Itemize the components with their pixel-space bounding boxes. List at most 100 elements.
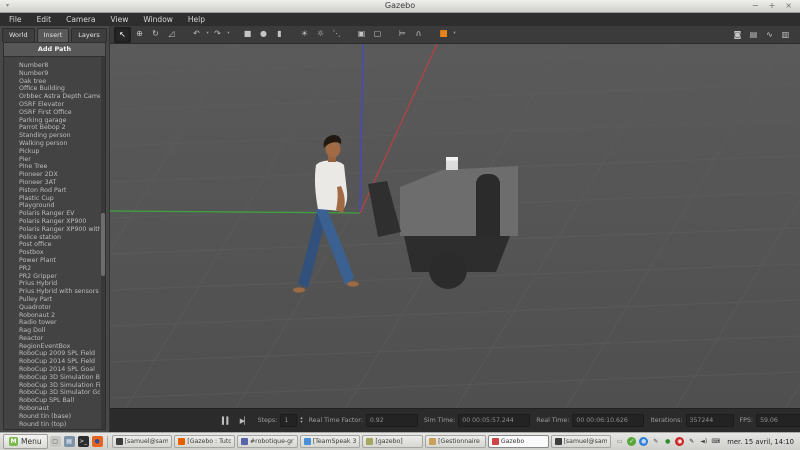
model-list-item[interactable]: Robonaut bbox=[19, 405, 100, 413]
model-list-item[interactable]: RoboCup 2014 SPL Field bbox=[19, 358, 100, 366]
model-list-item[interactable]: Pier bbox=[19, 156, 100, 164]
menu-item[interactable]: Help bbox=[188, 15, 205, 24]
model-list-item[interactable]: Pine Tree bbox=[19, 163, 100, 171]
close-button[interactable]: × bbox=[785, 0, 792, 12]
record-icon[interactable]: ◉ bbox=[675, 437, 684, 446]
clock[interactable]: mer. 15 avril, 14:10 bbox=[724, 438, 797, 446]
model-list-item[interactable]: OSRF First Office bbox=[19, 109, 100, 117]
pen-icon[interactable]: ✎ bbox=[687, 437, 696, 446]
undo-button[interactable]: ↶ bbox=[189, 27, 204, 41]
model-list-item[interactable]: Polaris Ranger EV bbox=[19, 210, 100, 218]
taskbar-window-button[interactable]: #robotique-gr1 - Disc... bbox=[237, 435, 298, 448]
model-list-item[interactable]: RoboCup 2014 SPL Goal bbox=[19, 366, 100, 374]
model-list-item[interactable]: Prius Hybrid with sensors bbox=[19, 288, 100, 296]
building-editor-button[interactable]: ■ bbox=[436, 27, 451, 41]
panel-tab[interactable]: Insert bbox=[37, 28, 70, 42]
model-list-item[interactable]: Standing person bbox=[19, 132, 100, 140]
copy-button[interactable]: ▣ bbox=[354, 27, 369, 41]
model-list-item[interactable]: Oak tree bbox=[19, 78, 100, 86]
directional-light-tool[interactable]: ⋱ bbox=[329, 27, 344, 41]
model-list-item[interactable]: Round tin (top) bbox=[19, 421, 100, 429]
menu-item[interactable]: File bbox=[9, 15, 22, 24]
stylus-icon[interactable]: ✎ bbox=[651, 437, 660, 446]
taskbar-window-button[interactable]: [gazebo] bbox=[362, 435, 423, 448]
model-list-item[interactable]: Robonaut 2 bbox=[19, 312, 100, 320]
maximize-button[interactable]: + bbox=[769, 0, 776, 12]
model-list-scrollbar[interactable] bbox=[101, 57, 105, 429]
steps-spinner[interactable]: ▴ ▾ bbox=[300, 417, 302, 424]
sphere-tool[interactable]: ● bbox=[256, 27, 271, 41]
model-list-item[interactable]: Pioneer 2DX bbox=[19, 171, 100, 179]
cylinder-tool[interactable]: ▮ bbox=[272, 27, 287, 41]
window-titlebar[interactable]: ▾ Gazebo − + × bbox=[0, 0, 800, 13]
point-light-tool[interactable]: ☀ bbox=[297, 27, 312, 41]
scrollbar-thumb[interactable] bbox=[101, 213, 105, 276]
model-list-item[interactable]: OSRF Elevator bbox=[19, 101, 100, 109]
taskbar-window-button[interactable]: [samuel@samuel ~] bbox=[112, 435, 173, 448]
model-list-item[interactable]: Postbox bbox=[19, 249, 100, 257]
terminal-launcher[interactable]: >_ bbox=[78, 436, 89, 447]
snap-tool[interactable]: ∩ bbox=[411, 27, 426, 41]
model-list-item[interactable]: Plastic Cup bbox=[19, 195, 100, 203]
building-editor-dropdown[interactable]: ▾ bbox=[452, 27, 457, 41]
keyboard-icon[interactable]: ⌨ bbox=[711, 437, 720, 446]
align-tool[interactable]: ⊨ bbox=[395, 27, 410, 41]
tablet-icon[interactable]: ● bbox=[663, 437, 672, 446]
screenshot-button[interactable]: ◙ bbox=[730, 28, 745, 42]
translate-tool[interactable]: ⊕ bbox=[132, 27, 147, 41]
model-list-item[interactable]: Walking person bbox=[19, 140, 100, 148]
notifications-icon[interactable]: ▭ bbox=[615, 437, 624, 446]
teamspeak-tray-icon[interactable]: ● bbox=[639, 437, 648, 446]
model-list-item[interactable]: Rag Doll bbox=[19, 327, 100, 335]
mint-menu-button[interactable]: M Menu bbox=[3, 434, 48, 449]
menu-item[interactable]: Camera bbox=[66, 15, 95, 24]
model-list-item[interactable]: Number8 bbox=[19, 62, 100, 70]
paste-button[interactable]: ▢ bbox=[370, 27, 385, 41]
menu-item[interactable]: Edit bbox=[37, 15, 52, 24]
model-list-item[interactable]: Power Plant bbox=[19, 257, 100, 265]
model-list-item[interactable]: Reactor bbox=[19, 335, 100, 343]
field-value[interactable]: 357244 bbox=[686, 414, 734, 427]
model-list-item[interactable]: Number9 bbox=[19, 70, 100, 78]
model-list-item[interactable]: Post office bbox=[19, 241, 100, 249]
model-list-item[interactable]: Prius Hybrid bbox=[19, 280, 100, 288]
plot-button[interactable]: ∿ bbox=[762, 28, 777, 42]
select-tool[interactable]: ↖ bbox=[114, 27, 131, 43]
field-value[interactable]: 00 00:05:57.244 bbox=[458, 414, 530, 427]
model-list-item[interactable]: RoboCup 2009 SPL Field bbox=[19, 350, 100, 358]
menu-item[interactable]: Window bbox=[143, 15, 173, 24]
box-tool[interactable]: ■ bbox=[240, 27, 255, 41]
model-list-item[interactable]: Polaris Ranger XP900 bbox=[19, 218, 100, 226]
firefox-launcher[interactable]: ● bbox=[92, 436, 103, 447]
model-list-item[interactable]: Quadrotor bbox=[19, 304, 100, 312]
scene-3d-view[interactable] bbox=[110, 44, 800, 408]
redo-button[interactable]: ↷ bbox=[210, 27, 225, 41]
field-value[interactable]: 0.92 bbox=[366, 414, 418, 427]
minimize-button[interactable]: − bbox=[752, 0, 759, 12]
field-value[interactable]: 59.06 bbox=[756, 414, 800, 427]
model-list-item[interactable]: Police station bbox=[19, 234, 100, 242]
model-list-item[interactable]: Radio tower bbox=[19, 319, 100, 327]
model-list-item[interactable]: Pulley Part bbox=[19, 296, 100, 304]
panel-tab[interactable]: World bbox=[2, 28, 35, 42]
model-list-item[interactable]: Playground bbox=[19, 202, 100, 210]
model-list-item[interactable]: Parking garage bbox=[19, 117, 100, 125]
update-manager-icon[interactable]: ✓ bbox=[627, 437, 636, 446]
model-list-item[interactable]: Pickup bbox=[19, 148, 100, 156]
pause-button[interactable]: ▍▍ bbox=[222, 417, 231, 425]
model-list-item[interactable]: Parrot Bebop 2 bbox=[19, 124, 100, 132]
add-path-button[interactable]: Add Path bbox=[4, 43, 105, 57]
taskbar-window-button[interactable]: [TeamSpeak 3] bbox=[300, 435, 361, 448]
spot-light-tool[interactable]: ☼ bbox=[313, 27, 328, 41]
scale-tool[interactable]: ◿ bbox=[164, 27, 179, 41]
menu-item[interactable]: View bbox=[111, 15, 129, 24]
show-desktop-button[interactable]: ▢ bbox=[50, 436, 61, 447]
taskbar-window-button[interactable]: [Gestionnaire de logi... bbox=[425, 435, 486, 448]
panel-tab[interactable]: Layers bbox=[71, 28, 107, 42]
redo-history-dropdown[interactable]: ▾ bbox=[226, 27, 231, 41]
model-list-item[interactable]: RoboCup 3D Simulation Field bbox=[19, 382, 100, 390]
model-list-item[interactable]: PR2 bbox=[19, 265, 100, 273]
model-list-item[interactable]: Orbbec Astra Depth Camera bbox=[19, 93, 100, 101]
clipboard-button[interactable]: ▥ bbox=[778, 28, 793, 42]
model-list-item[interactable]: RegionEventBox bbox=[19, 343, 100, 351]
